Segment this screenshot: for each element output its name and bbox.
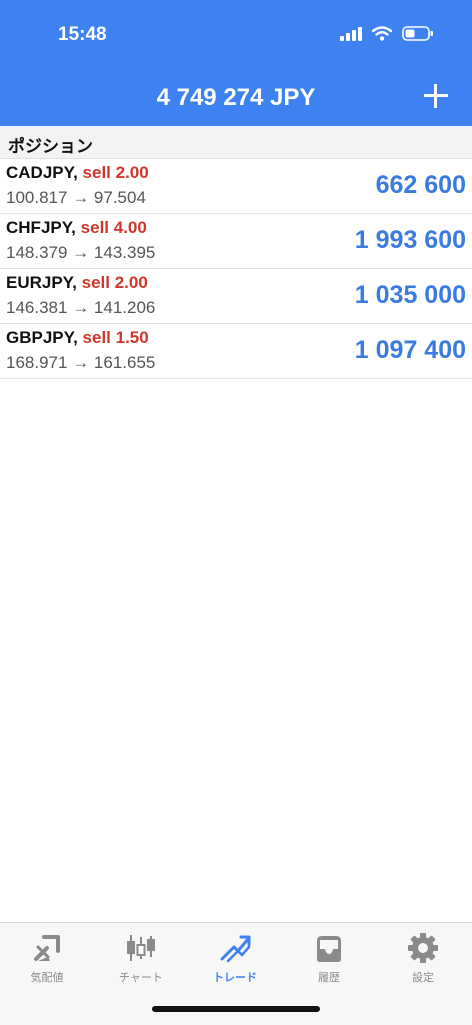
open-price: 100.817 [6, 188, 68, 207]
battery-icon [402, 26, 433, 41]
symbol-name: GBPJPY, [6, 328, 78, 347]
current-price: 161.655 [93, 353, 156, 372]
tab-label: チャート [119, 972, 163, 984]
position-symbol: GBPJPY, sell 1.50 [6, 328, 149, 348]
signal-icon [340, 26, 362, 41]
position-profit: 1 035 000 [354, 281, 466, 309]
position-prices: 148.379 → 143.395 [6, 243, 155, 263]
status-icons [340, 26, 434, 41]
tab-label: トレード [213, 972, 257, 984]
position-side: sell 1.50 [82, 328, 149, 347]
tab-trade[interactable]: トレード [188, 931, 282, 991]
tab-label: 気配値 [30, 972, 64, 984]
tab-label: 設定 [412, 972, 434, 984]
position-profit: 1 993 600 [354, 226, 466, 254]
position-row[interactable]: CHFJPY, sell 4.00 148.379 → 143.395 1 99… [0, 214, 472, 269]
symbol-name: EURJPY, [6, 273, 77, 292]
history-icon [317, 936, 341, 962]
arrow: → [72, 353, 90, 372]
open-price: 148.379 [6, 243, 68, 262]
arrow: → [72, 243, 90, 262]
open-price: 146.381 [6, 298, 68, 317]
settings-icon [408, 933, 438, 963]
open-price: 168.971 [6, 353, 68, 372]
position-side: sell 2.00 [81, 273, 148, 292]
current-price: 97.504 [93, 188, 146, 207]
status-time: 15:48 [58, 24, 107, 45]
symbol-name: CHFJPY, [6, 218, 76, 237]
tab-chart[interactable]: チャート [94, 931, 188, 991]
position-symbol: EURJPY, sell 2.00 [6, 273, 148, 293]
trade-icon [220, 935, 251, 963]
tab-settings[interactable]: 設定 [376, 931, 470, 991]
symbol-name: CADJPY, [6, 163, 78, 182]
position-side: sell 2.00 [82, 163, 149, 182]
position-row[interactable]: EURJPY, sell 2.00 146.381 → 141.206 1 03… [0, 269, 472, 324]
position-symbol: CHFJPY, sell 4.00 [6, 218, 147, 238]
position-profit: 662 600 [375, 171, 466, 199]
home-indicator [152, 1006, 320, 1012]
current-price: 143.395 [93, 243, 156, 262]
tab-history[interactable]: 履歴 [282, 931, 376, 991]
position-row[interactable]: GBPJPY, sell 1.50 168.971 → 161.655 1 09… [0, 324, 472, 379]
position-prices: 168.971 → 161.655 [6, 353, 155, 373]
current-price: 141.206 [93, 298, 156, 317]
app-header: 15:48 4 749 274 JPY [0, 0, 472, 126]
position-profit: 1 097 400 [354, 336, 466, 364]
arrow: → [72, 188, 90, 207]
position-row[interactable]: CADJPY, sell 2.00 100.817 → 97.504 662 6… [0, 159, 472, 214]
position-prices: 100.817 → 97.504 [6, 188, 146, 208]
chart-icon [127, 935, 155, 961]
add-order-button[interactable] [420, 80, 452, 112]
position-prices: 146.381 → 141.206 [6, 298, 155, 318]
positions-section-header: ポジション [0, 126, 472, 159]
positions-list: CADJPY, sell 2.00 100.817 → 97.504 662 6… [0, 159, 472, 379]
arrow: → [72, 298, 90, 317]
quotes-icon [34, 935, 60, 961]
position-symbol: CADJPY, sell 2.00 [6, 163, 149, 183]
wifi-icon [372, 26, 392, 41]
section-title: ポジション [8, 137, 93, 156]
account-balance: 4 749 274 JPY [156, 84, 316, 111]
tab-label: 履歴 [318, 972, 340, 984]
tab-quotes[interactable]: 気配値 [0, 931, 94, 991]
position-side: sell 4.00 [80, 218, 147, 237]
